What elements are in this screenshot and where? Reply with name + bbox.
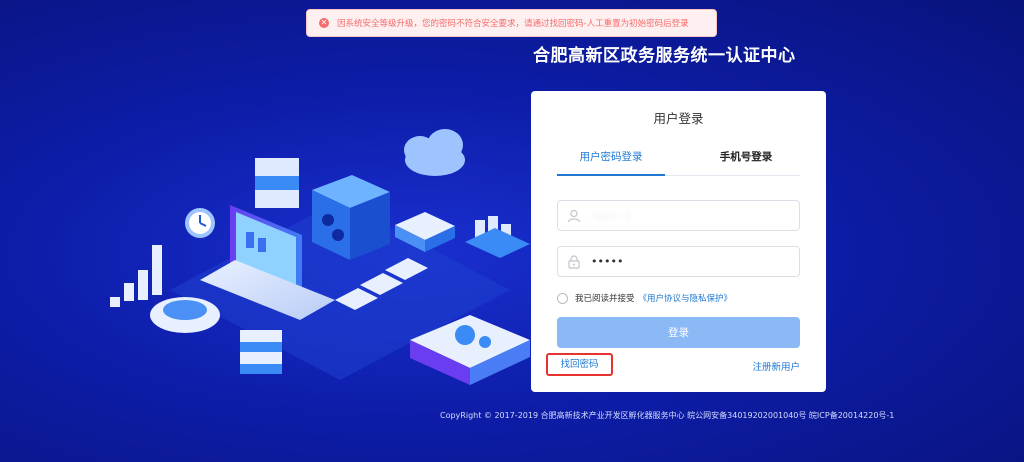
agree-text: 我已阅读并接受 <box>575 294 635 304</box>
cloud-icon <box>404 129 465 176</box>
tab-phone-login[interactable]: 手机号登录 <box>692 149 800 164</box>
username-field[interactable] <box>557 200 800 231</box>
server-stack-shape <box>255 158 299 208</box>
footer-copyright: CopyRight © 2017-2019 合肥高新技术产业开发区孵化器服务中心… <box>440 411 895 420</box>
server-column-shape <box>240 330 282 374</box>
coins-shape <box>465 216 530 258</box>
login-title: 用户登录 <box>653 111 704 126</box>
password-input[interactable]: ••••• <box>591 255 623 268</box>
isometric-illustration <box>110 129 530 385</box>
page-title: 合肥高新区政务服务统一认证中心 <box>533 46 796 66</box>
hardware-box-shape <box>312 175 390 260</box>
agreement-row: 我已阅读并接受 《用户协议与隐私保护》 <box>557 292 732 304</box>
login-button[interactable]: 登录 <box>557 317 800 348</box>
username-input[interactable] <box>591 208 775 223</box>
agree-checkbox[interactable] <box>557 292 568 304</box>
pie-platform-shape <box>150 297 220 333</box>
password-field[interactable]: ••••• <box>557 246 800 277</box>
error-circle-icon: ✕ <box>319 18 329 28</box>
login-tabs: 用户密码登录 手机号登录 <box>557 143 800 176</box>
toast-message: 因系统安全等级升级，您的密码不符合安全要求，请通过找回密码-人工重置为初始密码后… <box>337 19 689 29</box>
register-link[interactable]: 注册新用户 <box>752 359 800 373</box>
agreement-link[interactable]: 《用户协议与隐私保护》 <box>639 292 733 304</box>
login-card: 用户登录 用户密码登录 手机号登录 ••••• 我已阅读并接受 《用户协议与隐私… <box>531 91 826 392</box>
error-toast: ✕ 因系统安全等级升级，您的密码不符合安全要求，请通过找回密码-人工重置为初始密… <box>306 9 717 37</box>
tab-password-login[interactable]: 用户密码登录 <box>557 149 665 164</box>
tab-active-indicator <box>557 174 665 176</box>
bar-columns-shape <box>110 245 162 307</box>
lock-icon <box>568 254 580 269</box>
user-icon <box>567 209 581 222</box>
forgot-password-link[interactable]: 找回密码 <box>546 353 613 376</box>
clock-icon <box>185 208 215 238</box>
